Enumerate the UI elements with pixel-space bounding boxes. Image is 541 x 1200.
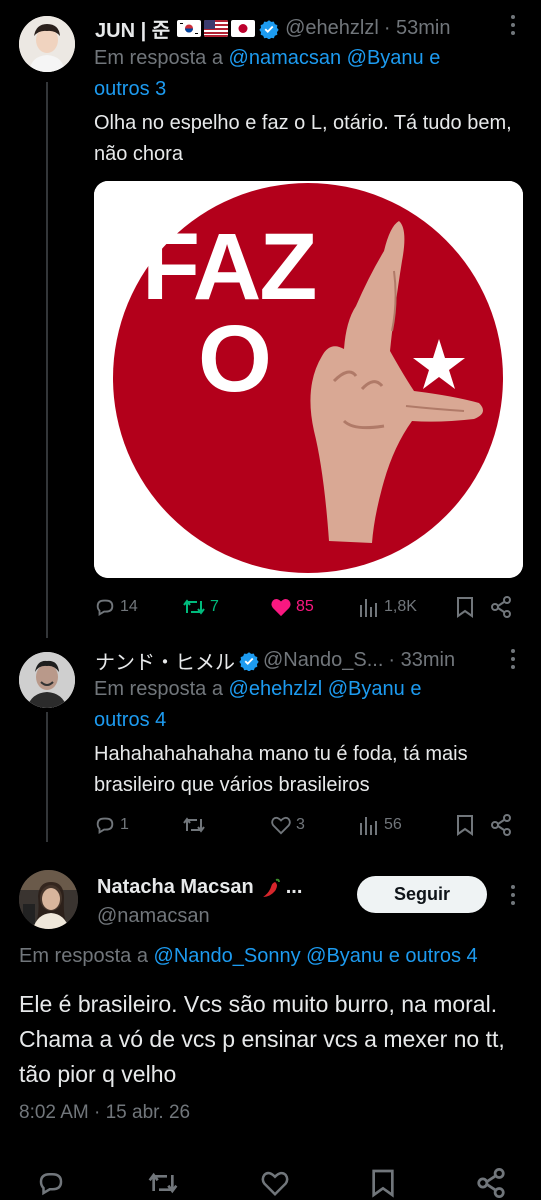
user-handle[interactable]: @namacsan <box>97 905 302 928</box>
flags <box>174 20 256 37</box>
share-button[interactable] <box>490 596 512 618</box>
tweet-nando[interactable]: ナンド・ヒメル @Nando_S... · 33min Em resposta … <box>0 640 541 850</box>
views-button[interactable]: 1,8K <box>358 597 456 617</box>
avatar[interactable] <box>19 870 78 929</box>
user-handle[interactable]: @ehehzlzl <box>285 17 379 40</box>
views-button[interactable]: 56 <box>358 815 456 835</box>
reply-mentions[interactable]: @ehehzlzl @Byanu e <box>229 678 422 700</box>
follow-button[interactable]: Seguir <box>357 876 487 913</box>
like-count: 3 <box>296 816 305 833</box>
reply-icon[interactable] <box>36 1168 66 1198</box>
tweet-text: Olha no espelho e faz o L, otário. Tá tu… <box>94 112 512 165</box>
reply-button[interactable]: 1 <box>94 814 182 836</box>
reply-count: 1 <box>120 816 129 833</box>
reply-context: Em resposta a @namacsan @Byanu e outros … <box>94 43 440 105</box>
tweet-jun[interactable]: JUN | 준 @ehehzlzl · 53min Em resposta a … <box>0 0 541 640</box>
reply-prefix: Em resposta a <box>94 47 223 69</box>
heart-filled-icon <box>271 599 291 617</box>
bookmark-button[interactable] <box>456 596 490 618</box>
name-ellipsis: ... <box>285 876 303 898</box>
share-icon <box>491 596 511 618</box>
avatar[interactable] <box>19 16 75 72</box>
like-button[interactable]: 85 <box>270 597 358 617</box>
tweet-time[interactable]: 8:02 AM <box>19 1102 89 1123</box>
faz-o-l-image: FAZ O <box>94 181 523 578</box>
like-count: 85 <box>296 598 314 615</box>
retweet-icon <box>183 599 205 615</box>
korea-flag-icon <box>177 20 202 37</box>
bookmark-icon <box>457 597 473 618</box>
tweet-header: JUN | 준 @ehehzlzl · 53min <box>95 14 451 43</box>
display-name[interactable]: Natacha Macsan <box>97 876 254 899</box>
reply-icon <box>96 817 114 834</box>
verified-badge-icon <box>239 651 259 671</box>
tweet-header: ナンド・ヒメル @Nando_S... · 33min <box>95 646 455 675</box>
retweet-icon <box>183 817 205 833</box>
tweet-time[interactable]: · 53min <box>384 17 451 40</box>
avatar[interactable] <box>19 652 75 708</box>
tweet-media[interactable]: FAZ O <box>94 181 523 578</box>
more-options-icon[interactable] <box>509 14 517 40</box>
user-handle[interactable]: @Nando_S... <box>263 649 383 672</box>
bookmark-button[interactable] <box>456 814 490 836</box>
reply-mentions-more[interactable]: outros 4 <box>94 709 166 731</box>
share-button[interactable] <box>490 814 512 836</box>
reply-button[interactable]: 14 <box>94 596 182 618</box>
like-button[interactable]: 3 <box>270 815 358 835</box>
retweet-count: 7 <box>210 598 219 615</box>
heart-icon[interactable] <box>260 1169 290 1197</box>
retweet-button[interactable] <box>182 814 270 836</box>
svg-text:O: O <box>198 306 272 412</box>
tweet-natacha[interactable]: Natacha Macsan ... @namacsan Seguir Em r… <box>0 850 541 1200</box>
tweet-time[interactable]: · 33min <box>388 649 455 672</box>
verified-badge-icon <box>259 19 279 39</box>
bookmark-icon <box>457 815 473 836</box>
reply-context: Em resposta a @Nando_Sonny @Byanu e outr… <box>19 945 478 968</box>
share-icon <box>491 814 511 836</box>
tweet-actions: 14 7 85 1,8K <box>94 596 518 618</box>
share-icon[interactable] <box>476 1168 506 1198</box>
reply-context: Em resposta a @ehehzlzl @Byanu e outros … <box>94 674 421 736</box>
chili-pepper-icon <box>262 878 280 897</box>
reply-prefix: Em resposta a <box>19 945 148 967</box>
bookmark-icon[interactable] <box>371 1168 395 1198</box>
display-name[interactable]: ナンド・ヒメル <box>95 646 235 675</box>
reply-mentions[interactable]: @Nando_Sonny @Byanu e outros 4 <box>154 945 478 967</box>
views-count: 1,8K <box>384 598 417 615</box>
svg-text:FAZ: FAZ <box>142 214 315 320</box>
reply-icon <box>96 599 114 616</box>
tweet-date[interactable]: · 15 abr. 26 <box>94 1102 190 1123</box>
tweet-text: Ele é brasileiro. Vcs são muito burro, n… <box>19 991 505 1087</box>
tweet-actions: 1 3 56 <box>94 814 518 836</box>
display-name[interactable]: JUN | 준 <box>95 14 170 43</box>
tweet-text: Hahahahahahaha mano tu é foda, tá mais b… <box>94 743 468 796</box>
retweet-button[interactable]: 7 <box>182 596 270 618</box>
reply-mentions[interactable]: @namacsan @Byanu e <box>229 47 441 69</box>
reply-prefix: Em resposta a <box>94 678 223 700</box>
views-count: 56 <box>384 816 402 833</box>
tweet-timestamp: 8:02 AM · 15 abr. 26 <box>19 1102 190 1124</box>
japan-flag-icon <box>231 20 256 37</box>
views-icon <box>360 817 377 835</box>
more-options-icon[interactable] <box>509 648 517 674</box>
reply-mentions-more[interactable]: outros 3 <box>94 78 166 100</box>
views-icon <box>360 599 377 617</box>
tweet-actions <box>36 1168 506 1198</box>
user-info: Natacha Macsan ... @namacsan <box>97 876 302 928</box>
retweet-icon[interactable] <box>147 1168 179 1198</box>
heart-icon <box>271 816 291 835</box>
reply-count: 14 <box>120 598 138 615</box>
usa-flag-icon <box>204 20 229 37</box>
more-options-icon[interactable] <box>509 884 517 910</box>
